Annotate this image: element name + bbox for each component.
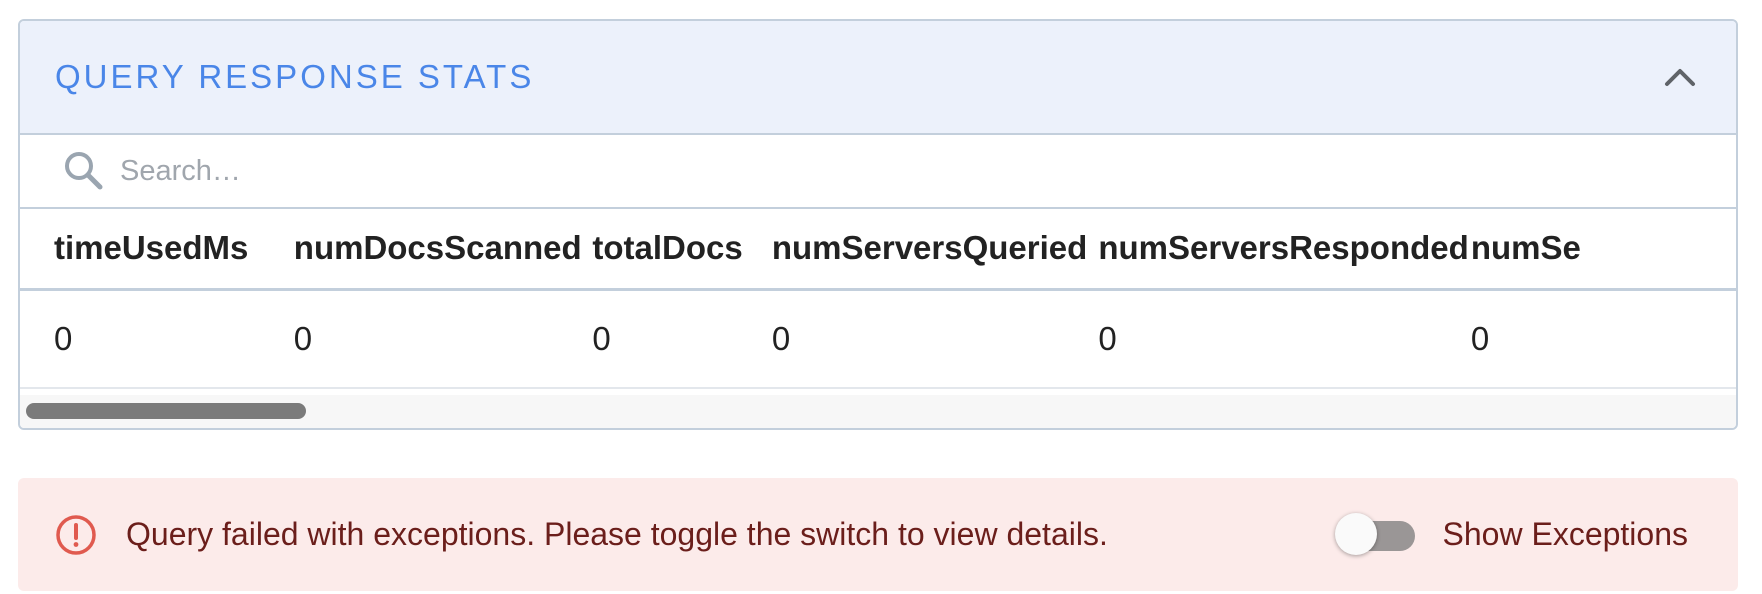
table-cell: 0 (1470, 289, 1736, 389)
panel-header[interactable]: QUERY RESPONSE STATS (20, 21, 1736, 135)
column-header-timeUsedMs[interactable]: timeUsedMs (20, 209, 294, 291)
table-cell: 0 (592, 289, 772, 389)
search-input[interactable] (118, 153, 722, 189)
horizontal-scrollbar[interactable] (20, 395, 1736, 428)
column-header-numSe[interactable]: numSe (1470, 209, 1736, 291)
chevron-up-icon (1665, 69, 1695, 86)
query-response-stats-panel: QUERY RESPONSE STATS timeUsedMs numDocsS… (18, 19, 1738, 430)
table-header-row: timeUsedMs numDocsScanned totalDocs numS… (20, 209, 1736, 291)
toggle-knob (1334, 512, 1377, 555)
panel-title: QUERY RESPONSE STATS (55, 58, 535, 95)
show-exceptions-toggle[interactable] (1334, 512, 1417, 557)
table-cell: 0 (771, 289, 1099, 389)
show-exceptions-label[interactable]: Show Exceptions (1443, 516, 1688, 553)
error-circle-icon (56, 514, 96, 555)
stats-table: timeUsedMs numDocsScanned totalDocs numS… (20, 209, 1736, 389)
table-cell: 0 (20, 289, 294, 389)
column-header-numDocsScanned[interactable]: numDocsScanned (293, 209, 593, 291)
collapse-button[interactable] (1658, 55, 1702, 99)
table-cell: 0 (1098, 289, 1471, 389)
table-row: 0 0 0 0 0 0 (20, 289, 1736, 389)
scrollbar-thumb[interactable] (26, 403, 306, 419)
error-message: Query failed with exceptions. Please tog… (126, 516, 1108, 552)
column-header-numServersResponded[interactable]: numServersResponded (1098, 209, 1471, 291)
column-header-numServersQueried[interactable]: numServersQueried (771, 209, 1099, 291)
stats-table-container: timeUsedMs numDocsScanned totalDocs numS… (20, 209, 1736, 428)
table-cell: 0 (293, 289, 593, 389)
column-header-totalDocs[interactable]: totalDocs (592, 209, 772, 291)
search-icon (65, 152, 103, 190)
search-bar (20, 135, 1736, 209)
error-banner: Query failed with exceptions. Please tog… (18, 478, 1738, 591)
